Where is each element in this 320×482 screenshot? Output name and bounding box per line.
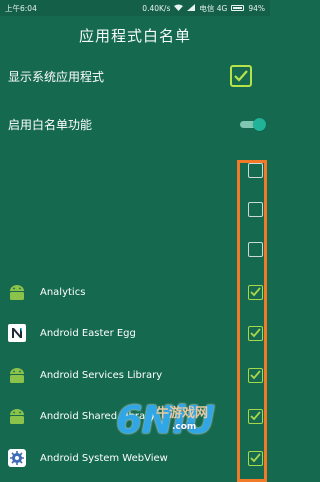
- show-system-apps-checkbox[interactable]: [230, 65, 252, 87]
- carrier-label: 电信 4G: [199, 3, 228, 13]
- net-speed: 0.40K/s: [142, 3, 171, 13]
- list-item[interactable]: [0, 229, 270, 269]
- toggle-thumb: [253, 118, 266, 131]
- setting-enable-whitelist[interactable]: 启用白名单功能: [0, 104, 270, 144]
- signal-icon: [187, 3, 196, 13]
- watermark-tagline: 牛游戏网: [156, 406, 209, 421]
- watermark-logo: 6NiU 牛游戏网 .com: [116, 396, 266, 446]
- app-row-analytics[interactable]: Analytics: [0, 272, 270, 312]
- android-n-icon: [6, 322, 28, 344]
- app-name: Analytics: [40, 286, 86, 298]
- android-icon: [6, 281, 28, 303]
- status-bar: 上午6:04 0.40K/s 电信 4G 94%: [0, 0, 270, 16]
- page-title: 应用程式白名单: [78, 26, 191, 45]
- battery-icon: [231, 5, 245, 11]
- setting-label: 显示系统应用程式: [8, 69, 105, 84]
- wifi-icon: [174, 4, 184, 13]
- android-icon: [6, 364, 28, 386]
- list-item[interactable]: [0, 189, 270, 229]
- app-name: Android Easter Egg: [40, 327, 136, 339]
- app-name: Android System WebView: [40, 452, 168, 464]
- status-indicators: 0.40K/s 电信 4G 94%: [142, 3, 265, 14]
- app-row-android-services-library[interactable]: Android Services Library: [0, 355, 270, 395]
- check-icon: [234, 70, 248, 82]
- list-item[interactable]: [0, 150, 270, 190]
- watermark-site: .com: [172, 422, 197, 432]
- android-icon: [6, 405, 28, 427]
- battery-level: 94%: [248, 3, 265, 13]
- status-time: 上午6:04: [5, 3, 37, 13]
- setting-show-system-apps[interactable]: 显示系统应用程式: [0, 56, 270, 96]
- enable-whitelist-toggle[interactable]: [240, 118, 266, 131]
- app-name: Android Services Library: [40, 369, 163, 381]
- gear-icon: [6, 447, 28, 469]
- setting-label: 启用白名单功能: [8, 117, 93, 132]
- app-row-android-easter-egg[interactable]: Android Easter Egg: [0, 313, 270, 353]
